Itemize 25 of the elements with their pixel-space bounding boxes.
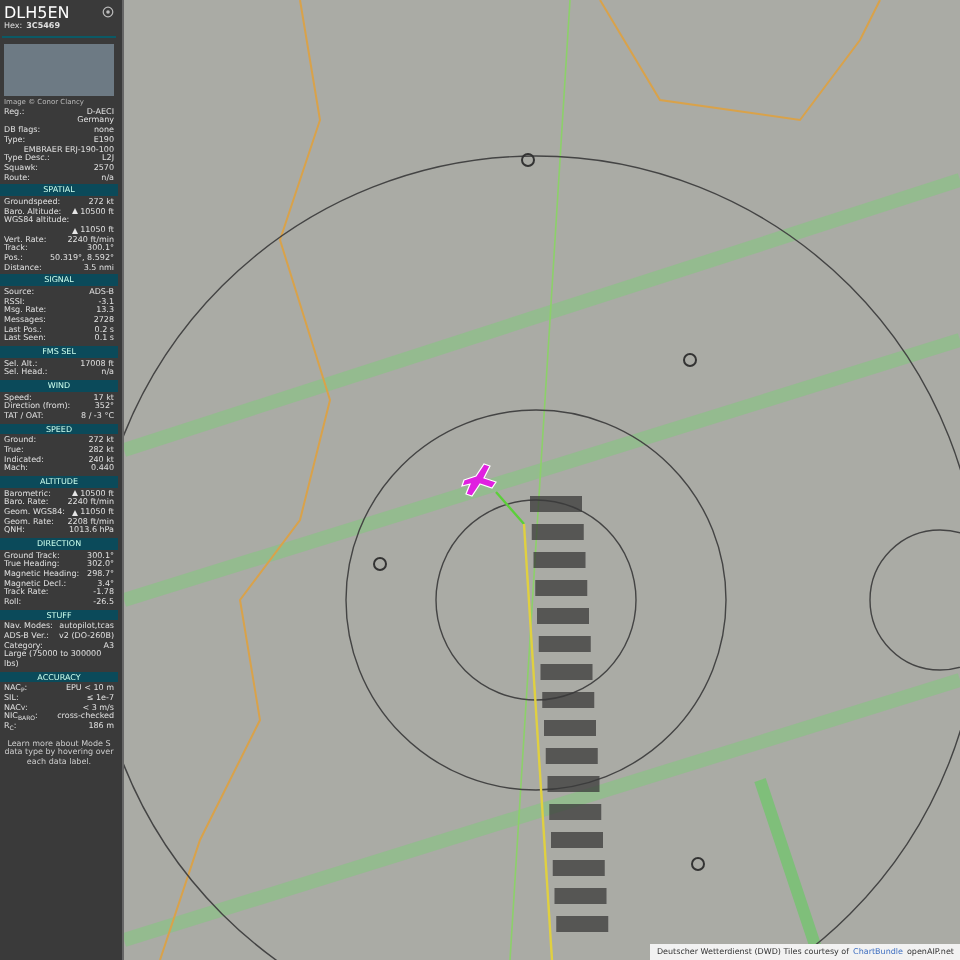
callsign-title: DLH5EN xyxy=(4,4,70,22)
aircraft-icon[interactable] xyxy=(461,463,497,497)
track-label-block xyxy=(533,552,586,568)
aircraft-photo-placeholder xyxy=(4,43,114,96)
track-label-block xyxy=(535,580,588,596)
track-label-block xyxy=(556,916,609,932)
track-label-block xyxy=(542,692,595,708)
airport-icon xyxy=(521,153,535,167)
airport-icon xyxy=(373,557,387,571)
track-label-block xyxy=(530,496,582,512)
track-label-block xyxy=(551,832,603,848)
compass-ring xyxy=(869,529,960,671)
airport-icon xyxy=(683,353,697,367)
track-label-block xyxy=(537,608,589,624)
track-label-block xyxy=(547,776,600,792)
track-label-block xyxy=(544,720,596,736)
track-label-block xyxy=(540,664,593,680)
track-label-block xyxy=(554,888,607,904)
track-label-block xyxy=(549,804,602,820)
track-label-block xyxy=(531,524,584,540)
airport-icon xyxy=(691,857,705,871)
track-label-block xyxy=(538,636,591,652)
settings-icon[interactable] xyxy=(102,6,114,18)
track-label-block xyxy=(545,748,598,764)
track-label-block xyxy=(552,860,605,876)
